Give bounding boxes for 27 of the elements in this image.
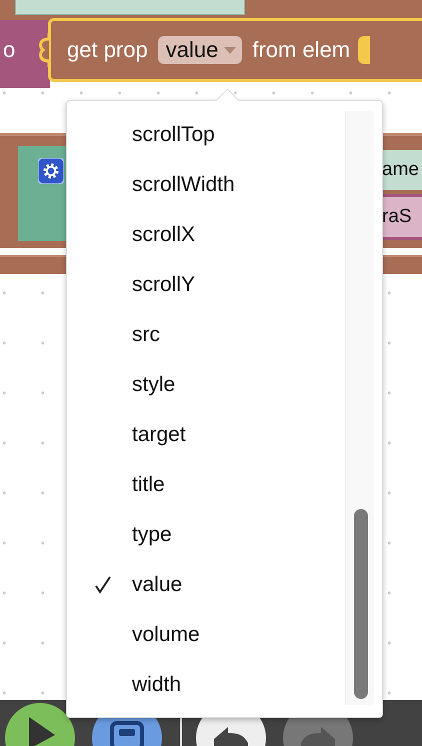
menu-item[interactable]: scrollWidth [67, 160, 343, 210]
redo-icon [301, 727, 335, 746]
menu-item[interactable]: scrollTop [67, 110, 343, 160]
block-label: o [3, 37, 16, 63]
play-icon [29, 717, 55, 746]
menu-item[interactable]: scrollY [67, 260, 343, 310]
menu-item[interactable]: scrollX [67, 210, 343, 260]
input-socket [358, 36, 370, 64]
caret-icon [224, 46, 236, 54]
undo-icon [214, 727, 248, 746]
property-dropdown[interactable]: value [158, 36, 242, 64]
menu-item[interactable]: src [67, 310, 343, 360]
block-field: ame [380, 150, 422, 190]
save-icon [110, 721, 144, 746]
block-label: from elem [252, 37, 350, 63]
menu-item[interactable]: title [67, 460, 343, 510]
gear-icon[interactable] [38, 158, 64, 184]
menu-item[interactable]: width [67, 660, 343, 710]
scrollbar-thumb[interactable] [354, 509, 368, 699]
menu-item[interactable]: target [67, 410, 343, 460]
menu-item[interactable]: volume [67, 610, 343, 660]
menu-item[interactable]: value [67, 560, 343, 610]
menu-item[interactable]: style [67, 360, 343, 410]
scrollbar[interactable] [345, 111, 374, 705]
block-field: raS [380, 194, 422, 240]
block-label: get prop [67, 37, 148, 63]
menu-item[interactable]: type [67, 510, 343, 560]
